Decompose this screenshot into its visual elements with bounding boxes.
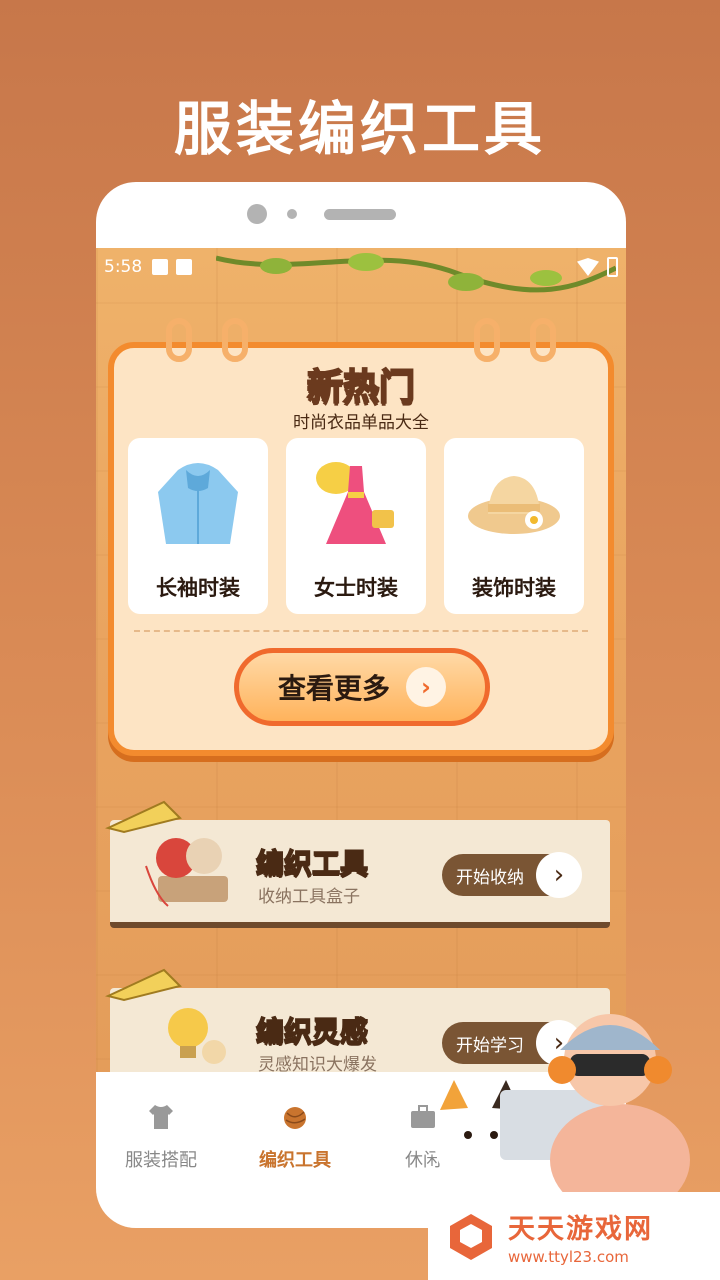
phone-top-bezel xyxy=(96,182,626,248)
watermark-brand: 天天游戏网 xyxy=(508,1213,653,1245)
entry-title: 编织工具 xyxy=(255,846,369,881)
status-time: 5:58 xyxy=(104,257,143,277)
site-logo-icon xyxy=(450,1214,492,1260)
item-label: 长袖时装 xyxy=(156,576,240,600)
watermark: 天天游戏网 www.ttyl23.com xyxy=(428,1192,720,1280)
watermark-url: www.ttyl23.com xyxy=(508,1247,629,1266)
yarn-icon xyxy=(145,838,228,907)
binder-ring xyxy=(530,318,556,362)
battery-icon xyxy=(607,257,618,277)
sensor xyxy=(287,209,297,219)
app-notification-icon xyxy=(176,259,193,275)
yarn-ball-icon xyxy=(284,1107,306,1129)
entry-title: 编织灵感 xyxy=(255,1014,369,1049)
dashed-divider xyxy=(134,630,588,632)
item-label: 装饰时装 xyxy=(472,576,556,600)
hoodie-icon xyxy=(158,463,238,544)
promo-title: 服装编织工具 xyxy=(173,95,546,163)
chevron-right-icon: › xyxy=(406,667,446,707)
status-bar: 5:58 xyxy=(104,254,618,280)
binder-ring xyxy=(222,318,248,362)
item-accessories[interactable]: 装饰时装 xyxy=(444,438,584,614)
hat-icon xyxy=(468,476,560,534)
wifi-icon xyxy=(577,258,599,276)
item-label: 女士时装 xyxy=(314,576,398,600)
entry-knitting-tools[interactable]: 编织工具 收纳工具盒子 开始收纳 › xyxy=(105,800,610,928)
lightbulb-icon xyxy=(168,1008,226,1064)
tab-label: 服装搭配 xyxy=(125,1150,197,1171)
hot-card-title: 新热门 xyxy=(306,366,416,409)
front-camera xyxy=(247,204,267,224)
tab-knitting-tools[interactable]: 编织工具 xyxy=(240,1102,350,1172)
start-organize-button[interactable]: 开始收纳 › xyxy=(442,852,582,898)
item-long-sleeve[interactable]: 长袖时装 xyxy=(128,438,268,614)
mascot-illustration xyxy=(434,1014,690,1216)
chevron-right-icon: › xyxy=(536,852,582,898)
shirt-icon xyxy=(149,1105,173,1129)
view-more-button[interactable]: 查看更多 › xyxy=(234,648,490,726)
binder-ring xyxy=(474,318,500,362)
view-more-label: 查看更多 xyxy=(277,672,390,705)
tab-label: 编织工具 xyxy=(259,1150,331,1171)
image-notification-icon xyxy=(152,259,169,275)
hot-card-subtitle: 时尚衣品单品大全 xyxy=(293,413,429,433)
item-womens[interactable]: 女士时装 xyxy=(286,438,426,614)
tab-outfit[interactable]: 服装搭配 xyxy=(106,1102,216,1172)
binder-ring xyxy=(166,318,192,362)
entry-subtitle: 收纳工具盒子 xyxy=(258,887,360,907)
speaker-grille xyxy=(324,209,396,220)
dress-icon xyxy=(316,462,394,544)
hot-items-card: 新热门 时尚衣品单品大全 长袖时装 女士时装 装饰时装 查看更多 › xyxy=(108,318,614,756)
entry-button-label: 开始收纳 xyxy=(456,867,524,888)
